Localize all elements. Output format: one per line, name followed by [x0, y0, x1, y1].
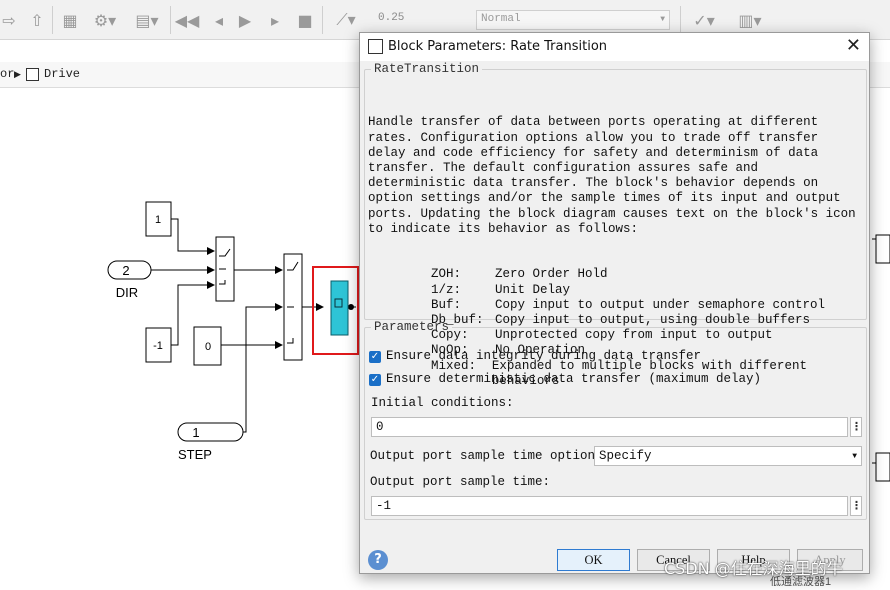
sim-stop-time[interactable]: 0.25	[378, 12, 404, 24]
inport-dir-name: DIR	[116, 285, 138, 300]
description-text: Handle transfer of data between ports op…	[368, 115, 864, 236]
watermark: CSDN @住在深海里的牛	[664, 559, 843, 578]
step-back-icon-2[interactable]: ◂	[206, 9, 232, 31]
block-parameters-dialog: Block Parameters: Rate Transition ✕ Rate…	[359, 32, 870, 574]
inport-step-name: STEP	[178, 447, 212, 462]
step-back-icon[interactable]: ◀◀	[174, 9, 200, 31]
help-icon[interactable]: ?	[368, 550, 388, 570]
sample-time-options-select[interactable]: Specify ▼	[594, 446, 862, 466]
constant-1-label: 1	[155, 214, 161, 226]
deterministic-checkbox[interactable]: ✓	[369, 374, 381, 386]
gear-icon[interactable]: ⚙▾	[88, 9, 122, 31]
play-icon[interactable]: ▶	[232, 9, 258, 31]
legend-value: Zero Order Hold	[495, 267, 608, 282]
rate-transition-block	[330, 280, 349, 336]
scope-icon[interactable]: ⟋▾	[326, 9, 366, 31]
close-icon[interactable]: ✕	[846, 35, 861, 56]
dialog-titlebar[interactable]: Block Parameters: Rate Transition ✕	[360, 33, 869, 61]
step-forward-icon[interactable]: ▸	[262, 9, 288, 31]
build-icon[interactable]: ▥▾	[730, 9, 770, 31]
breadcrumb-prev[interactable]: or	[0, 67, 14, 81]
legend-key: Buf:	[431, 297, 462, 312]
sim-mode-select[interactable]: Normal ▼	[476, 10, 670, 30]
explorer-icon[interactable]: ▤▾	[128, 9, 166, 31]
inport-step-number: 1	[192, 425, 199, 440]
check-icon[interactable]: ✓▾	[684, 9, 724, 31]
deterministic-label: Ensure deterministic data transfer (maxi…	[386, 372, 762, 386]
initial-conditions-input[interactable]: 0	[371, 417, 848, 437]
ok-button[interactable]: OK	[557, 549, 630, 571]
initial-conditions-label: Initial conditions:	[371, 396, 514, 410]
initial-conditions-more-icon[interactable]: ⋮	[850, 417, 862, 437]
breadcrumb-current[interactable]: Drive	[44, 67, 80, 81]
dialog-title: Block Parameters: Rate Transition	[388, 39, 608, 54]
legend-key: 1/z:	[431, 282, 462, 297]
sample-time-more-icon[interactable]: ⋮	[850, 496, 862, 516]
constant-0-label: 0	[205, 341, 211, 353]
breadcrumb-separator-icon: ▶	[14, 70, 21, 80]
sample-time-options-label: Output port sample time options:	[370, 449, 611, 463]
legend-row: 1/z: Unit Delay	[431, 283, 863, 298]
sim-mode-value: Normal	[481, 13, 521, 25]
sample-time-label: Output port sample time:	[370, 475, 551, 489]
inport-dir-number: 2	[122, 263, 129, 278]
legend-key: ZOH:	[431, 267, 462, 282]
legend-row: ZOH: Zero Order Hold	[431, 267, 863, 282]
inport-step-block	[177, 422, 244, 442]
data-integrity-label: Ensure data integrity during data transf…	[386, 349, 702, 363]
subsystem-icon	[26, 68, 39, 81]
up-arrow-icon[interactable]: ⇧	[26, 9, 48, 31]
forward-arrow-icon[interactable]: ⇨	[2, 9, 16, 31]
legend-value: Copy input to output under semaphore con…	[495, 297, 826, 312]
legend-value: Unit Delay	[495, 282, 571, 297]
data-integrity-checkbox[interactable]: ✓	[369, 351, 381, 363]
chevron-down-icon: ▼	[852, 452, 857, 461]
simulink-block-icon	[368, 39, 383, 54]
library-browser-icon[interactable]: ▦	[58, 9, 82, 31]
constant-neg1-label: -1	[153, 340, 163, 352]
sample-time-options-value: Specify	[599, 449, 652, 463]
legend-row: Buf: Copy input to output under semaphore…	[431, 298, 863, 313]
parameters-heading: Parameters	[374, 320, 450, 334]
sample-time-input[interactable]: -1	[371, 496, 848, 516]
stop-icon[interactable]: ■	[292, 9, 318, 31]
block-type-heading: RateTransition	[374, 62, 480, 76]
